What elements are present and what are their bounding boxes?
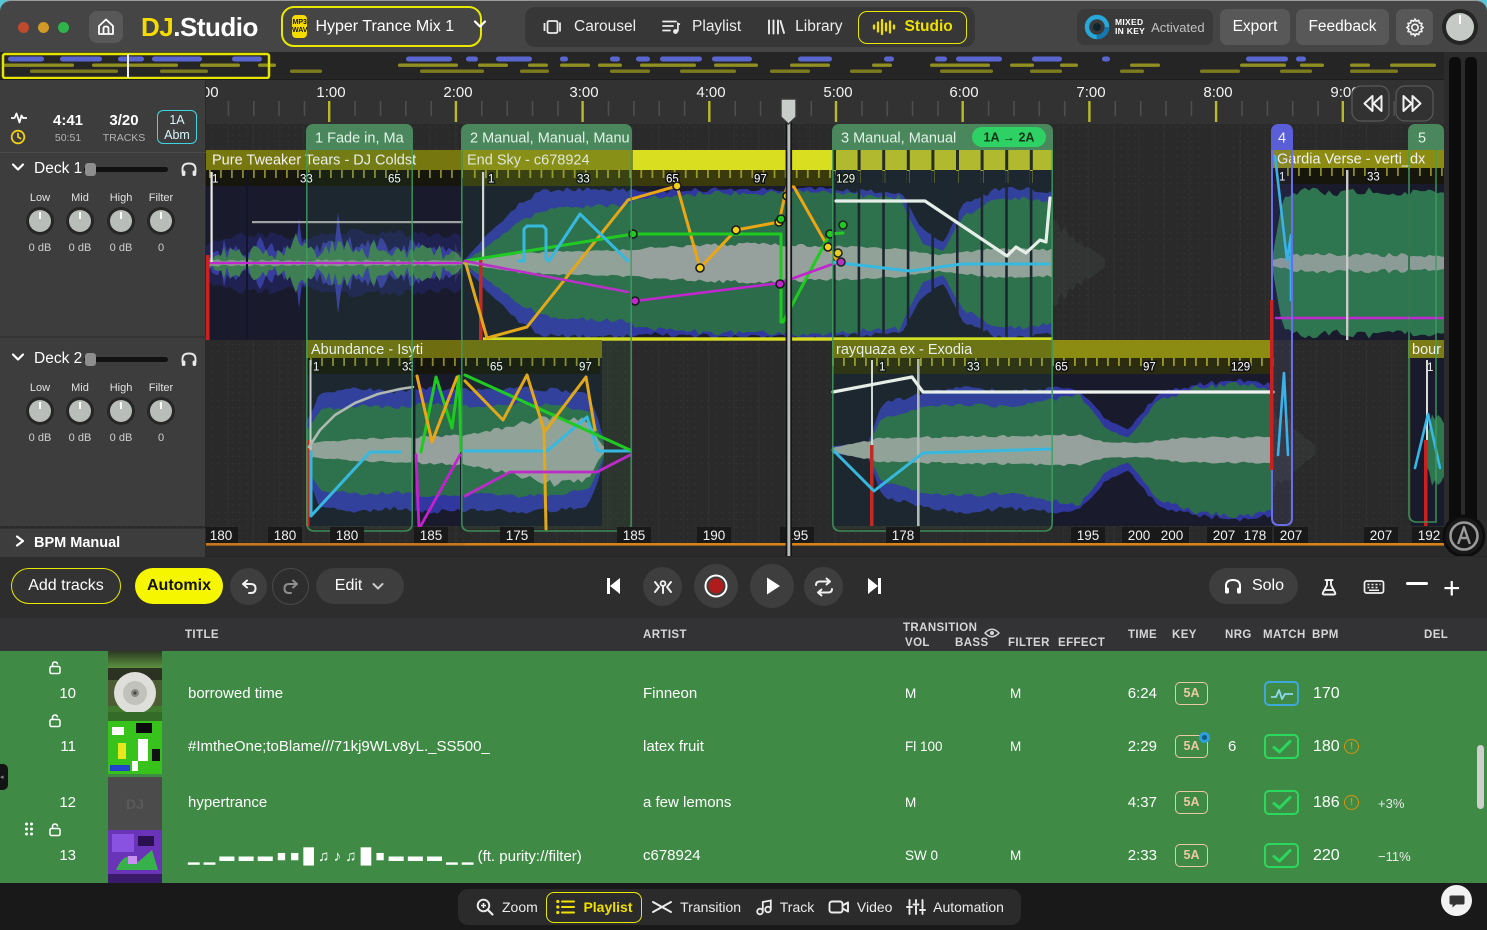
svg-text:65: 65: [1055, 362, 1068, 374]
svg-text:3:00: 3:00: [569, 84, 598, 101]
svg-text:185: 185: [420, 528, 443, 543]
svg-text:185: 185: [623, 528, 646, 543]
svg-text:2 Manual, Manual, Manu: 2 Manual, Manual, Manu: [470, 131, 630, 147]
svg-text:97: 97: [754, 174, 767, 186]
svg-text:5:00: 5:00: [823, 84, 852, 101]
svg-text:Gardia Verse - verti_dx: Gardia Verse - verti_dx: [1277, 152, 1426, 168]
svg-text:5: 5: [1418, 131, 1426, 147]
svg-text:2:00: 2:00: [443, 84, 472, 101]
svg-text:1: 1: [212, 174, 218, 186]
svg-text:195: 195: [1077, 528, 1100, 543]
svg-text:129: 129: [1231, 362, 1250, 374]
svg-text:4:00: 4:00: [696, 84, 725, 101]
svg-text:190: 190: [703, 528, 726, 543]
svg-text:180: 180: [210, 528, 233, 543]
svg-text:1:00: 1:00: [316, 84, 345, 101]
svg-text:207: 207: [1370, 528, 1393, 543]
svg-text:200: 200: [1161, 528, 1184, 543]
svg-text:180: 180: [274, 528, 297, 543]
svg-text:8:00: 8:00: [1203, 84, 1232, 101]
svg-text:1A → 2A: 1A → 2A: [984, 131, 1035, 145]
svg-text:6:00: 6:00: [949, 84, 978, 101]
svg-text:3 Manual, Manual: 3 Manual, Manual: [841, 131, 956, 147]
svg-text:7:00: 7:00: [1076, 84, 1105, 101]
svg-text:200: 200: [1128, 528, 1151, 543]
svg-text:207: 207: [1213, 528, 1236, 543]
svg-text:33: 33: [1367, 172, 1380, 184]
svg-text:1 Fade in, Ma: 1 Fade in, Ma: [315, 131, 405, 147]
svg-text:97: 97: [1143, 362, 1156, 374]
svg-text:178: 178: [1244, 528, 1267, 543]
svg-text:180: 180: [336, 528, 359, 543]
svg-text:DJ: DJ: [126, 796, 144, 812]
svg-text:178: 178: [892, 528, 915, 543]
svg-text:192: 192: [1418, 528, 1441, 543]
svg-text:4: 4: [1278, 131, 1286, 147]
svg-text:bour: bour: [1412, 342, 1441, 358]
svg-text:175: 175: [506, 528, 529, 543]
svg-text:207: 207: [1280, 528, 1303, 543]
